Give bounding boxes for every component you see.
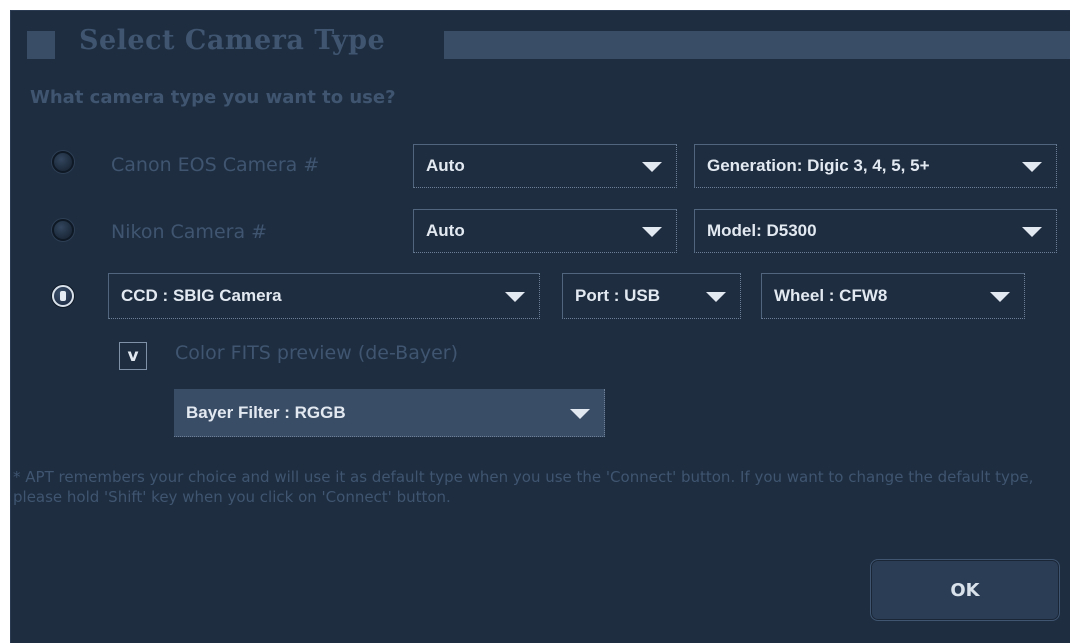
ccd-radio[interactable] <box>52 285 74 307</box>
chevron-down-icon <box>1022 227 1042 237</box>
nikon-model-value: Model: D5300 <box>707 221 817 240</box>
canon-radio[interactable] <box>52 151 74 173</box>
canon-generation-dropdown[interactable]: Generation: Digic 3, 4, 5, 5+ <box>694 144 1057 188</box>
chevron-down-icon <box>1022 162 1042 172</box>
nikon-model-dropdown[interactable]: Model: D5300 <box>694 209 1057 253</box>
nikon-label: Nikon Camera # <box>111 221 268 243</box>
title-square-icon <box>27 31 55 59</box>
canon-generation-value: Generation: Digic 3, 4, 5, 5+ <box>707 156 930 175</box>
chevron-down-icon <box>570 408 590 419</box>
canon-camera-dropdown[interactable]: Auto <box>413 144 677 188</box>
chevron-down-icon <box>706 292 726 302</box>
canon-label: Canon EOS Camera # <box>111 154 320 176</box>
color-fits-preview-checkbox[interactable]: v <box>119 342 147 370</box>
ccd-type-dropdown[interactable]: CCD : SBIG Camera <box>108 273 540 319</box>
bayer-filter-dropdown[interactable]: Bayer Filter : RGGB <box>174 389 605 437</box>
ccd-type-value: CCD : SBIG Camera <box>121 286 282 305</box>
radio-selected-indicator <box>60 291 66 301</box>
camera-type-question: What camera type you want to use? <box>30 87 396 108</box>
nikon-camera-dropdown[interactable]: Auto <box>413 209 677 253</box>
nikon-camera-value: Auto <box>426 221 465 240</box>
filter-wheel-dropdown[interactable]: Wheel : CFW8 <box>761 273 1025 319</box>
nikon-radio[interactable] <box>52 219 74 241</box>
ok-button[interactable]: OK <box>870 559 1060 621</box>
port-value: Port : USB <box>575 286 660 305</box>
color-fits-preview-label: Color FITS preview (de-Bayer) <box>175 342 458 364</box>
default-type-note: * APT remembers your choice and will use… <box>13 468 1034 506</box>
dialog-title: Select Camera Type <box>79 25 386 56</box>
select-camera-type-dialog: Select Camera Type What camera type you … <box>10 10 1070 643</box>
chevron-down-icon <box>990 292 1010 302</box>
canon-camera-value: Auto <box>426 156 465 175</box>
wheel-value: Wheel : CFW8 <box>774 286 888 305</box>
title-bar <box>444 31 1070 59</box>
chevron-down-icon <box>642 162 662 172</box>
port-dropdown[interactable]: Port : USB <box>562 273 741 319</box>
bayer-filter-value: Bayer Filter : RGGB <box>186 402 346 422</box>
chevron-down-icon <box>505 292 525 302</box>
chevron-down-icon <box>642 227 662 237</box>
